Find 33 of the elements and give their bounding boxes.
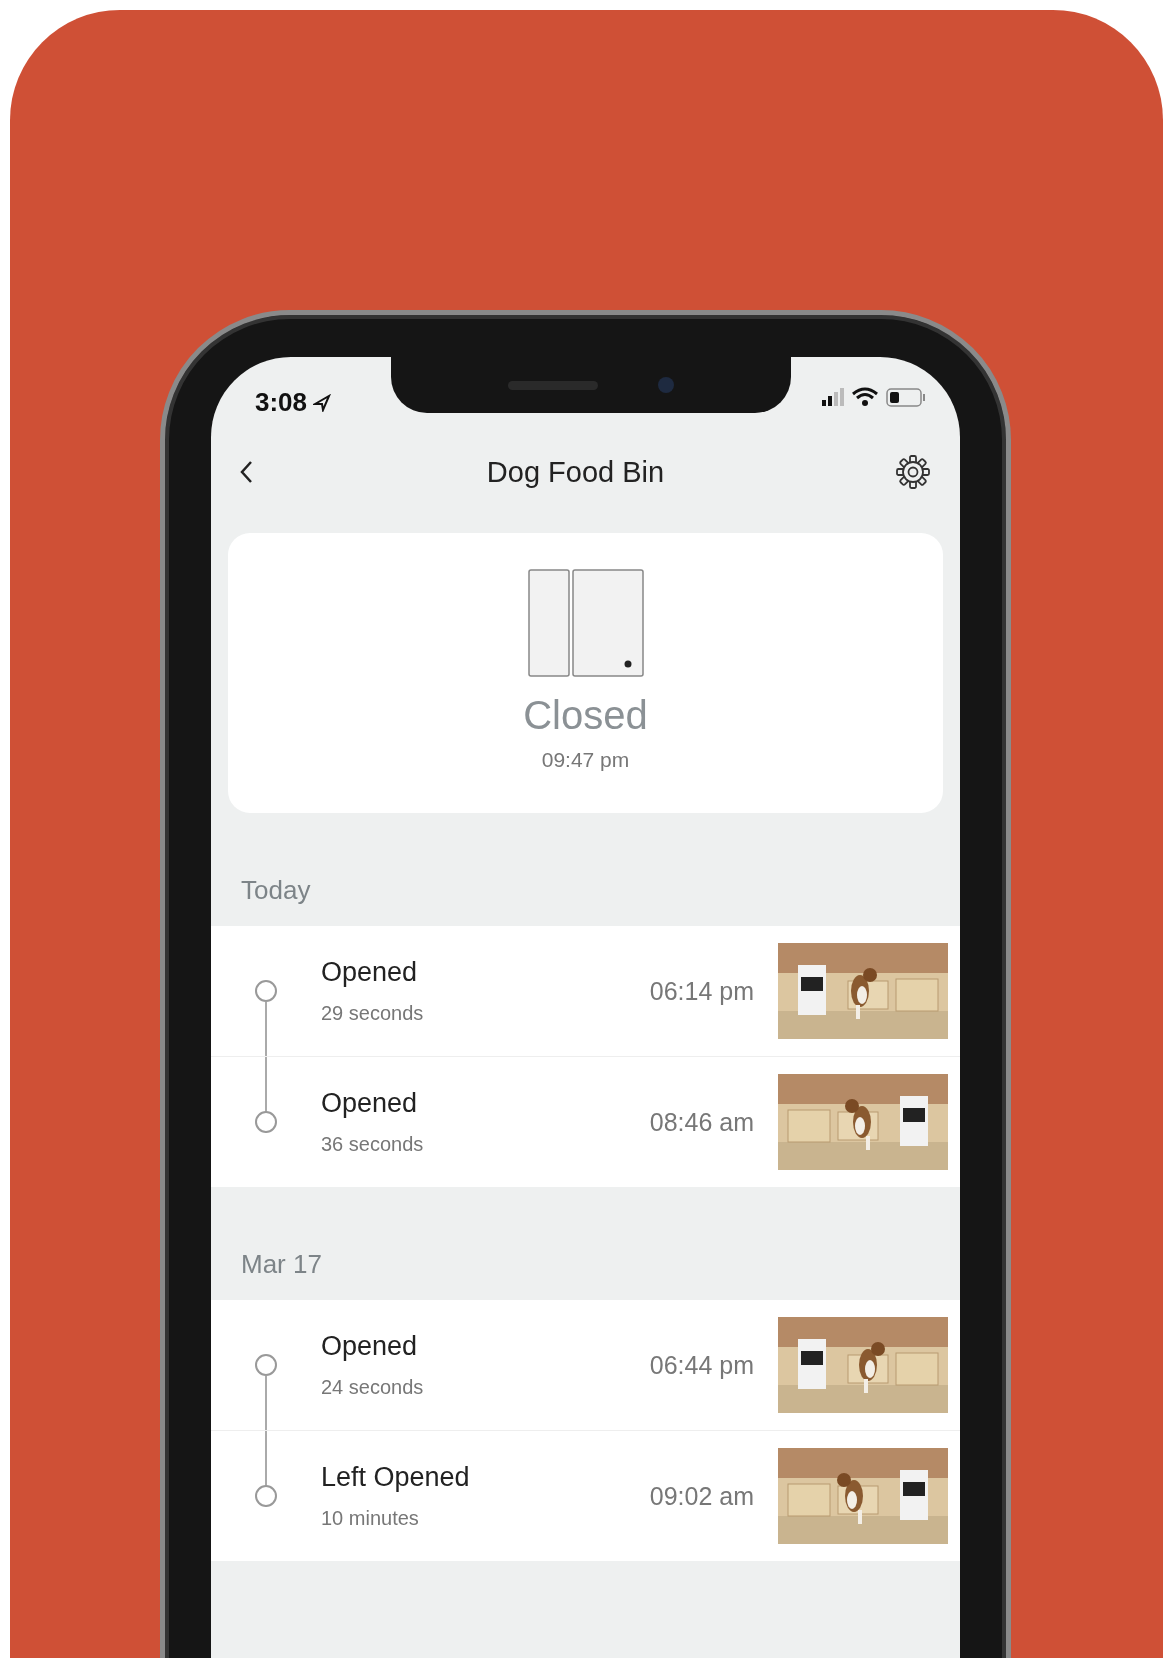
event-duration: 29 seconds <box>321 1002 425 1025</box>
timeline-dot <box>255 1111 277 1133</box>
status-text: Closed <box>523 693 648 738</box>
event-title: Opened <box>321 1331 419 1362</box>
event-time: 06:14 pm <box>649 976 754 1006</box>
event-title: Opened <box>321 1088 419 1119</box>
event-time: 06:44 pm <box>649 1350 754 1380</box>
event-title: Left Opened <box>321 1462 471 1493</box>
status-time: 09:47 pm <box>541 748 630 772</box>
event-row[interactable]: Opened 24 seconds 06:44 pm <box>211 1300 960 1430</box>
timeline-dot <box>255 1485 277 1507</box>
wifi-icon <box>852 387 878 407</box>
event-row[interactable]: Left Opened 10 minutes 09:02 am <box>211 1430 960 1561</box>
event-title: Opened <box>321 957 419 988</box>
section-header: Mar 17 <box>240 1248 323 1281</box>
location-icon <box>313 393 332 412</box>
event-duration: 10 minutes <box>321 1507 420 1530</box>
timeline-dot <box>255 980 277 1002</box>
clock-time: 3:08 <box>255 387 308 418</box>
timeline-dot <box>255 1354 277 1376</box>
battery-icon <box>886 387 926 407</box>
back-icon[interactable] <box>239 460 255 484</box>
screen-title: Dog Food Bin <box>486 455 665 489</box>
settings-icon[interactable] <box>896 455 930 489</box>
event-duration: 24 seconds <box>321 1376 425 1399</box>
event-row[interactable]: Opened 36 seconds 08:46 am <box>211 1056 960 1187</box>
event-row[interactable]: Opened 29 seconds 06:14 pm <box>211 926 960 1056</box>
section-header: Today <box>240 874 312 907</box>
event-time: 08:46 am <box>649 1107 754 1137</box>
signal-icon <box>822 388 844 406</box>
door-sensor-icon <box>527 569 644 677</box>
event-duration: 36 seconds <box>321 1133 425 1156</box>
event-time: 09:02 am <box>649 1481 754 1511</box>
